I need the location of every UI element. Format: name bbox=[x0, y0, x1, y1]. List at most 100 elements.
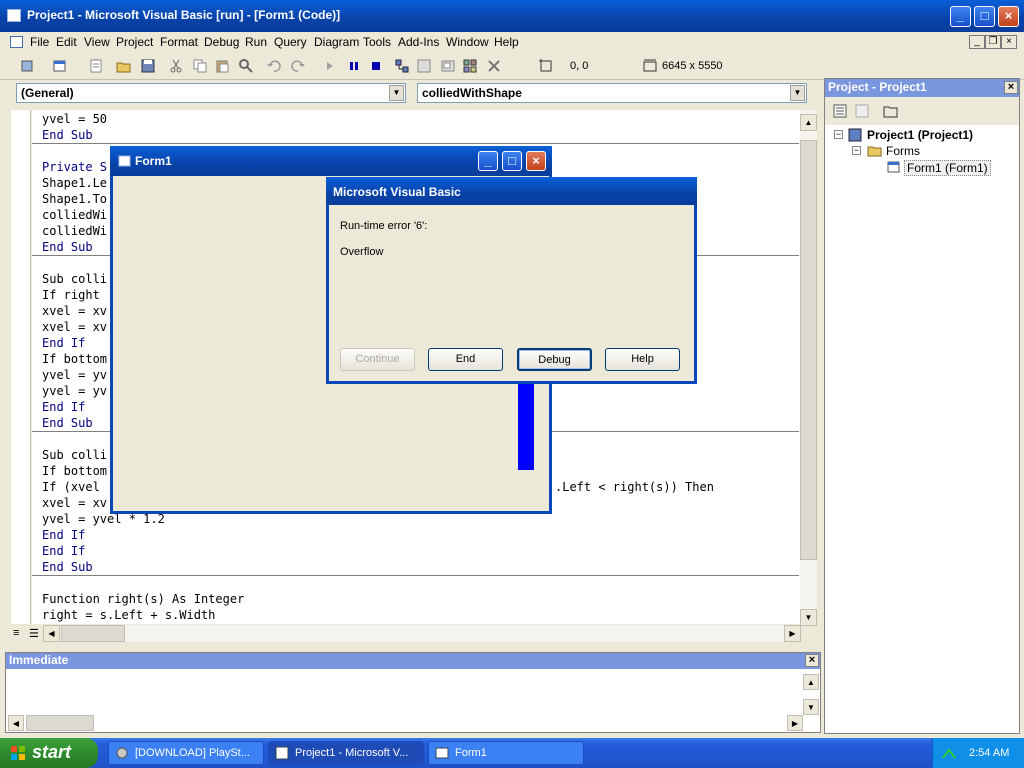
full-module-view-icon[interactable]: ☰ bbox=[29, 627, 39, 640]
project-explorer-icon[interactable] bbox=[394, 58, 410, 74]
menu-tools[interactable]: Tools bbox=[363, 35, 391, 49]
end-icon[interactable] bbox=[368, 58, 384, 74]
network-icon[interactable] bbox=[941, 746, 957, 762]
mdi-minimize-button[interactable]: _ bbox=[969, 35, 985, 49]
code-line[interactable]: xvel = xv bbox=[42, 304, 107, 318]
code-line[interactable]: If right bbox=[42, 288, 100, 302]
break-icon[interactable] bbox=[346, 58, 362, 74]
code-line[interactable]: End If bbox=[42, 400, 85, 414]
form1-maximize-button[interactable]: □ bbox=[502, 151, 522, 171]
immediate-window[interactable]: Immediate × ▲ ▼ ◀ ▶ bbox=[5, 652, 821, 733]
close-icon[interactable]: × bbox=[1004, 81, 1018, 94]
collapse-icon[interactable]: − bbox=[852, 146, 861, 155]
menu-run[interactable]: Run bbox=[245, 35, 267, 49]
procedure-view-icon[interactable]: ≡ bbox=[13, 627, 19, 639]
code-line[interactable]: right = s.Left + s.Width bbox=[42, 608, 215, 622]
scroll-left-button[interactable]: ◀ bbox=[43, 625, 60, 642]
tree-form1-item[interactable]: Form1 (Form1) bbox=[904, 160, 991, 176]
collapse-icon[interactable]: − bbox=[834, 130, 843, 139]
code-line[interactable]: yvel = 50 bbox=[42, 112, 107, 126]
taskbar-item-download[interactable]: [DOWNLOAD] PlaySt... bbox=[108, 741, 264, 765]
mdi-close-button[interactable]: × bbox=[1001, 35, 1017, 49]
dialog-title-bar[interactable]: Microsoft Visual Basic bbox=[326, 177, 697, 205]
code-line[interactable]: End Sub bbox=[42, 416, 93, 430]
menu-query[interactable]: Query bbox=[274, 35, 307, 49]
scroll-thumb[interactable] bbox=[61, 625, 125, 642]
mdi-restore-button[interactable]: ❐ bbox=[985, 35, 1001, 49]
close-button[interactable]: × bbox=[998, 6, 1019, 27]
menu-help[interactable]: Help bbox=[494, 35, 519, 49]
code-vertical-scrollbar[interactable]: ▲ ▼ bbox=[800, 110, 817, 626]
scroll-left-button[interactable]: ◀ bbox=[8, 715, 24, 731]
help-button[interactable]: Help bbox=[605, 348, 680, 371]
undo-icon[interactable] bbox=[266, 58, 282, 74]
properties-window-icon[interactable] bbox=[416, 58, 432, 74]
scroll-down-button[interactable]: ▼ bbox=[800, 609, 817, 626]
redo-icon[interactable] bbox=[290, 58, 306, 74]
end-button[interactable]: End bbox=[428, 348, 503, 371]
code-line[interactable]: Sub colli bbox=[42, 448, 107, 462]
start-icon[interactable] bbox=[322, 58, 338, 74]
code-line-fragment[interactable]: .Left < right(s)) Then bbox=[555, 480, 714, 494]
code-line[interactable]: Shape1.Le bbox=[42, 176, 107, 190]
code-line[interactable]: End If bbox=[42, 528, 85, 542]
toolbox-icon[interactable] bbox=[486, 58, 502, 74]
form1-close-button[interactable]: × bbox=[526, 151, 546, 171]
menu-file[interactable]: File bbox=[30, 35, 49, 49]
code-line[interactable]: If bottom bbox=[42, 352, 107, 366]
code-line[interactable]: End If bbox=[42, 336, 85, 350]
form-layout-icon[interactable] bbox=[440, 58, 456, 74]
menu-edit[interactable]: Edit bbox=[56, 35, 77, 49]
scroll-down-button[interactable]: ▼ bbox=[803, 699, 819, 715]
scroll-thumb[interactable] bbox=[26, 715, 94, 731]
start-button[interactable]: start bbox=[0, 738, 98, 768]
copy-icon[interactable] bbox=[192, 58, 208, 74]
mdi-child-icon[interactable] bbox=[10, 36, 23, 48]
menu-debug[interactable]: Debug bbox=[204, 35, 239, 49]
code-line[interactable]: xvel = xv bbox=[42, 496, 107, 510]
continue-button[interactable]: Continue bbox=[340, 348, 415, 371]
taskbar-item-vb-project[interactable]: Project1 - Microsoft V... bbox=[268, 741, 424, 765]
form1-minimize-button[interactable]: _ bbox=[478, 151, 498, 171]
code-line[interactable]: colliedWi bbox=[42, 224, 107, 238]
chevron-down-icon[interactable]: ▼ bbox=[389, 85, 404, 101]
code-line[interactable]: End Sub bbox=[42, 560, 93, 574]
code-line[interactable]: colliedWi bbox=[42, 208, 107, 222]
scroll-up-button[interactable]: ▲ bbox=[803, 674, 819, 690]
code-line[interactable]: Function right(s) As Integer bbox=[42, 592, 244, 606]
maximize-button[interactable]: □ bbox=[974, 6, 995, 27]
minimize-button[interactable]: _ bbox=[950, 6, 971, 27]
code-line[interactable]: yvel = yv bbox=[42, 384, 107, 398]
menu-view[interactable]: View bbox=[84, 35, 110, 49]
menu-diagram[interactable]: Diagram bbox=[314, 35, 359, 49]
scroll-thumb[interactable] bbox=[800, 140, 817, 560]
main-title-bar[interactable]: Project1 - Microsoft Visual Basic [run] … bbox=[0, 0, 1024, 32]
taskbar-item-form1[interactable]: Form1 bbox=[428, 741, 584, 765]
add-form-icon[interactable] bbox=[52, 58, 68, 74]
view-object-icon[interactable] bbox=[854, 103, 870, 119]
code-line[interactable]: xvel = xv bbox=[42, 320, 107, 334]
close-icon[interactable]: × bbox=[805, 654, 819, 667]
cut-icon[interactable] bbox=[168, 58, 184, 74]
add-project-icon[interactable] bbox=[20, 58, 36, 74]
debug-button[interactable]: Debug bbox=[517, 348, 592, 371]
scroll-right-button[interactable]: ▶ bbox=[787, 715, 803, 731]
form1-title-bar[interactable]: Form1 _ □ × bbox=[110, 146, 552, 176]
procedure-combo[interactable]: colliedWithShape ▼ bbox=[417, 83, 807, 103]
menu-add-ins[interactable]: Add-Ins bbox=[398, 35, 439, 49]
paste-icon[interactable] bbox=[214, 58, 230, 74]
code-line[interactable]: End Sub bbox=[42, 240, 93, 254]
menu-format[interactable]: Format bbox=[160, 35, 198, 49]
code-line[interactable]: yvel = yv bbox=[42, 368, 107, 382]
scroll-right-button[interactable]: ▶ bbox=[784, 625, 801, 642]
find-icon[interactable] bbox=[238, 58, 254, 74]
code-line[interactable]: End If bbox=[42, 544, 85, 558]
menu-window[interactable]: Window bbox=[446, 35, 489, 49]
code-line[interactable]: yvel = yvel * 1.2 bbox=[42, 512, 165, 526]
code-line[interactable]: Private S bbox=[42, 160, 107, 174]
chevron-down-icon[interactable]: ▼ bbox=[790, 85, 805, 101]
code-horizontal-scrollbar[interactable]: ◀ ▶ bbox=[43, 625, 801, 642]
scroll-up-button[interactable]: ▲ bbox=[800, 114, 817, 131]
object-combo[interactable]: (General) ▼ bbox=[16, 83, 406, 103]
tree-forms-folder[interactable]: Forms bbox=[886, 144, 920, 158]
